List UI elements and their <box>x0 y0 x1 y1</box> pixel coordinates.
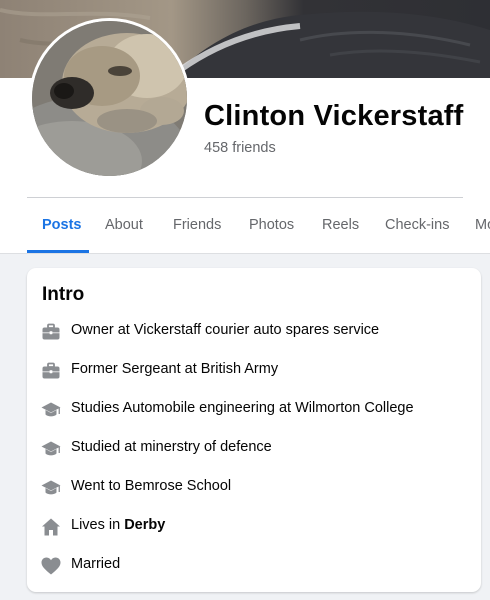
briefcase-icon <box>42 362 60 379</box>
heart-icon <box>41 557 61 575</box>
intro-item-text: Former Sergeant at British Army <box>71 361 279 377</box>
tab-more[interactable]: Mo <box>475 198 490 253</box>
intro-item-text: Studied at minerstry of defence <box>71 439 272 455</box>
graduation-cap-icon <box>41 480 61 495</box>
intro-item-education: Studied at minerstry of defence <box>27 433 481 463</box>
tab-photos[interactable]: Photos <box>249 198 294 253</box>
lives-in-prefix: Lives in <box>71 517 125 533</box>
avatar-frame <box>29 18 190 179</box>
friends-count-link[interactable]: 458 friends <box>204 140 276 156</box>
intro-item-text: Lives in Derby <box>71 517 165 533</box>
graduation-cap-icon <box>41 441 61 456</box>
intro-item-work: Owner at Vickerstaff courier auto spares… <box>27 316 481 346</box>
intro-item-location: Lives in Derby <box>27 511 481 541</box>
intro-item-text: Studies Automobile engineering at Wilmor… <box>71 400 414 416</box>
tab-friends[interactable]: Friends <box>173 198 221 253</box>
intro-item-work: Former Sergeant at British Army <box>27 355 481 385</box>
tab-check-ins[interactable]: Check-ins <box>385 198 449 253</box>
lives-in-city-link[interactable]: Derby <box>124 517 165 533</box>
intro-item-text: Married <box>71 556 121 572</box>
tab-posts[interactable]: Posts <box>42 198 82 253</box>
profile-name: Clinton Vickerstaff <box>204 100 464 132</box>
tab-about[interactable]: About <box>105 198 143 253</box>
tab-reels[interactable]: Reels <box>322 198 359 253</box>
graduation-cap-icon <box>41 402 61 417</box>
intro-item-education: Studies Automobile engineering at Wilmor… <box>27 394 481 424</box>
avatar-photo <box>32 21 187 176</box>
intro-item-relationship: Married <box>27 550 481 580</box>
profile-tabs: Posts About Friends Photos Reels Check-i… <box>0 198 490 254</box>
intro-item-education: Went to Bemrose School <box>27 472 481 502</box>
intro-card: Intro Owner at Vickerstaff courier auto … <box>27 268 481 592</box>
active-tab-indicator <box>27 250 89 253</box>
briefcase-icon <box>42 323 60 340</box>
intro-title: Intro <box>42 284 85 305</box>
profile-avatar[interactable] <box>32 21 187 176</box>
intro-item-text: Owner at Vickerstaff courier auto spares… <box>71 322 380 338</box>
home-icon <box>42 518 60 536</box>
intro-item-text: Went to Bemrose School <box>71 478 232 494</box>
